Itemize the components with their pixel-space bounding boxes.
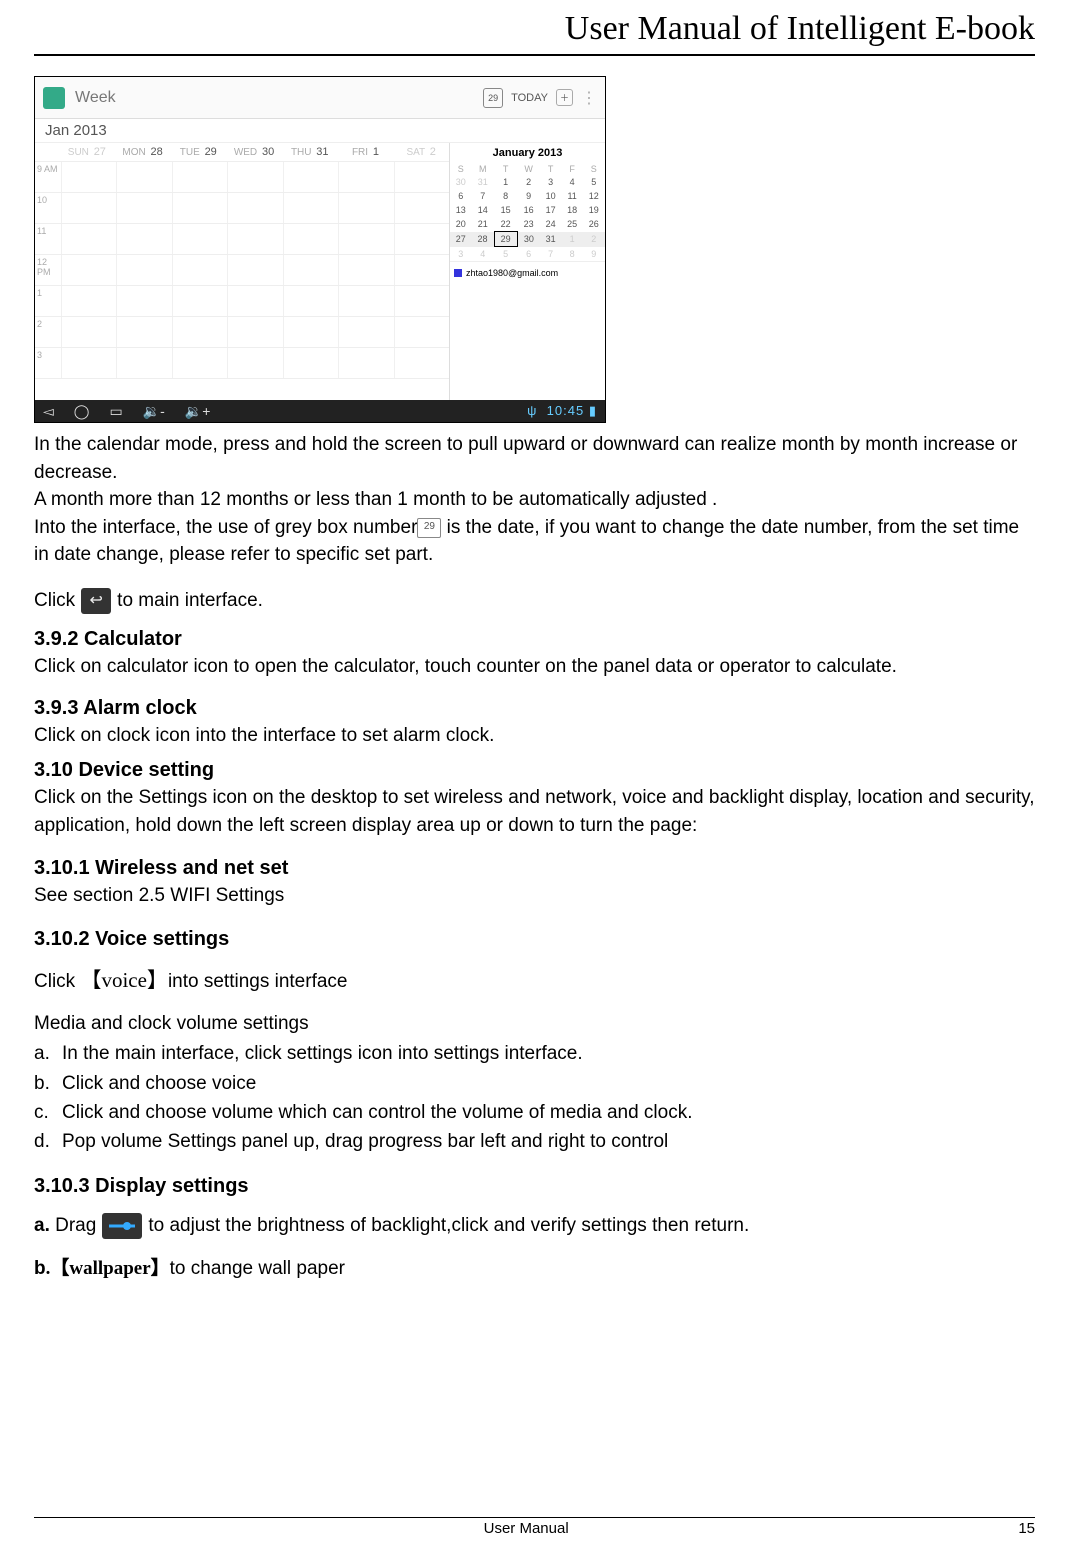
- mini-calendar: SMTWTFS 303112345 6789101112 13141516171…: [450, 163, 605, 261]
- add-event-icon: ＋: [556, 89, 573, 106]
- text-device-setting: Click on the Settings icon on the deskto…: [34, 784, 1035, 839]
- text-calculator: Click on calculator icon to open the cal…: [34, 653, 1035, 681]
- android-navbar: ◅ ◯ ▭ 🔉- 🔉+ ψ 10:45 ▮: [35, 400, 605, 422]
- mini-calendar-panel: January 2013 SMTWTFS 303112345 678910111…: [449, 143, 605, 403]
- week-grid: SUN 27 MON 28 TUE 29 WED 30 THU 31 FRI 1…: [35, 143, 449, 403]
- click-main-interface-line: Click ↩ to main interface.: [34, 587, 1035, 615]
- heading-alarm: 3.9.3 Alarm clock: [34, 697, 1035, 720]
- home-nav-icon: ◯: [74, 403, 90, 420]
- usb-icon: ψ: [527, 403, 537, 418]
- account-color-icon: [454, 269, 462, 277]
- view-mode-label: Week: [75, 89, 116, 107]
- display-step-b: b.【wallpaper】to change wall paper: [34, 1255, 1035, 1283]
- page-header: User Manual of Intelligent E-book: [34, 0, 1035, 56]
- vol-down-icon: 🔉-: [143, 403, 165, 420]
- page: User Manual of Intelligent E-book Week 2…: [0, 0, 1069, 1549]
- account-label: zhtao1980@gmail.com: [450, 261, 605, 284]
- heading-display: 3.10.3 Display settings: [34, 1175, 1035, 1198]
- today-date-icon: 29: [483, 88, 503, 108]
- page-footer: User Manual 15: [34, 1517, 1035, 1537]
- vol-up-icon: 🔉+: [185, 403, 211, 420]
- text-voice-subhead: Media and clock volume settings: [34, 1010, 1035, 1038]
- menu-icon: ⋮: [581, 88, 597, 108]
- heading-voice: 3.10.2 Voice settings: [34, 928, 1035, 951]
- voice-steps-list: a.In the main interface, click settings …: [34, 1039, 1035, 1157]
- today-label: TODAY: [511, 92, 548, 104]
- calendar-instructions: In the calendar mode, press and hold the…: [34, 431, 1035, 569]
- text-wireless: See section 2.5 WIFI Settings: [34, 882, 1035, 910]
- text-voice-click: Click 【voice】into settings interface: [34, 965, 1035, 996]
- month-year-label: Jan 2013: [35, 119, 605, 143]
- page-number: 15: [1018, 1520, 1035, 1537]
- slider-icon: [102, 1213, 142, 1239]
- heading-device-setting: 3.10 Device setting: [34, 759, 1035, 782]
- date-number-icon: 29: [417, 518, 441, 538]
- footer-title: User Manual: [34, 1520, 1018, 1537]
- recent-nav-icon: ▭: [109, 403, 122, 420]
- display-step-a: a. Drag to adjust the brightness of back…: [34, 1212, 1035, 1240]
- calendar-app-icon: [43, 87, 65, 109]
- back-icon: ↩: [81, 588, 111, 614]
- screenshot-topbar: Week 29 TODAY ＋ ⋮: [35, 77, 605, 119]
- text-alarm: Click on clock icon into the interface t…: [34, 722, 1035, 750]
- heading-wireless: 3.10.1 Wireless and net set: [34, 857, 1035, 880]
- battery-icon: ▮: [589, 403, 597, 418]
- heading-calculator: 3.9.2 Calculator: [34, 628, 1035, 651]
- status-clock: 10:45: [547, 403, 585, 418]
- back-nav-icon: ◅: [43, 403, 54, 420]
- calendar-screenshot: Week 29 TODAY ＋ ⋮ Jan 2013 SUN 27 MON 28…: [34, 76, 606, 423]
- mini-calendar-title: January 2013: [450, 143, 605, 163]
